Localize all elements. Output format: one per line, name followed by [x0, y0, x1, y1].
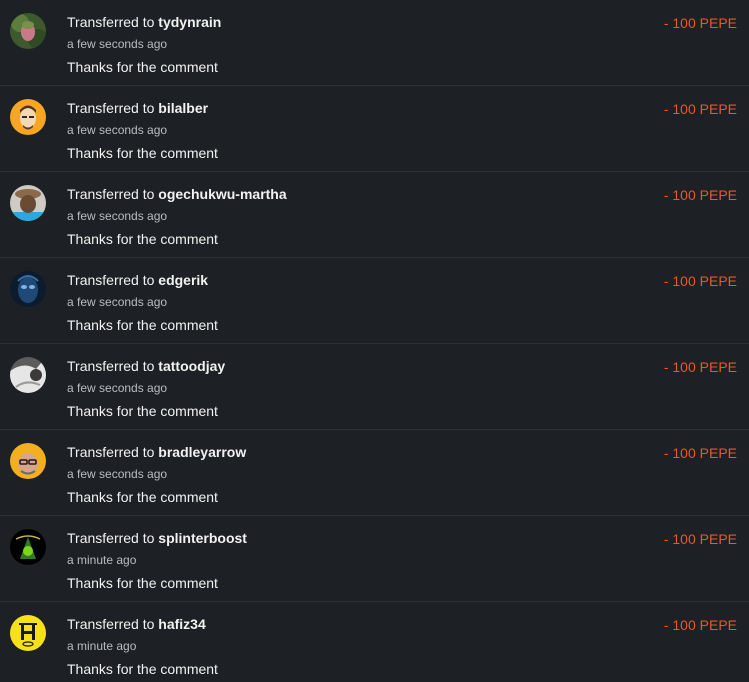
transfer-memo: Thanks for the comment [67, 59, 218, 75]
transfer-amount: - 100 PEPE [663, 101, 737, 117]
transfer-row: Transferred to ogechukwu-martha a few se… [0, 172, 749, 258]
transfer-prefix: Transferred to [67, 444, 155, 460]
transfer-amount: - 100 PEPE [663, 15, 737, 31]
transfer-memo: Thanks for the comment [67, 403, 218, 419]
transfer-row: Transferred to hafiz34 a minute ago Than… [0, 602, 749, 682]
transfer-amount: - 100 PEPE [663, 445, 737, 461]
transfer-prefix: Transferred to [67, 616, 155, 632]
transfer-title: Transferred to edgerik [67, 272, 208, 288]
recipient-username[interactable]: tattoodjay [158, 358, 225, 374]
recipient-username[interactable]: splinterboost [158, 530, 247, 546]
transfer-list: Transferred to tydynrain a few seconds a… [0, 0, 749, 682]
transfer-amount: - 100 PEPE [663, 273, 737, 289]
recipient-username[interactable]: ogechukwu-martha [158, 186, 286, 202]
transfer-prefix: Transferred to [67, 186, 155, 202]
transfer-memo: Thanks for the comment [67, 489, 218, 505]
transfer-row: Transferred to edgerik a few seconds ago… [0, 258, 749, 344]
transfer-row: Transferred to bradleyarrow a few second… [0, 430, 749, 516]
transfer-timestamp: a few seconds ago [67, 123, 168, 137]
recipient-username[interactable]: bradleyarrow [158, 444, 246, 460]
transfer-title: Transferred to ogechukwu-martha [67, 186, 287, 202]
transfer-timestamp: a minute ago [67, 639, 137, 653]
transfer-amount: - 100 PEPE [663, 531, 737, 547]
transfer-prefix: Transferred to [67, 530, 155, 546]
transfer-amount: - 100 PEPE [663, 359, 737, 375]
transfer-timestamp: a minute ago [67, 553, 137, 567]
transfer-prefix: Transferred to [67, 14, 155, 30]
transfer-memo: Thanks for the comment [67, 317, 218, 333]
transfer-timestamp: a few seconds ago [67, 37, 168, 51]
transfer-timestamp: a few seconds ago [67, 467, 168, 481]
avatar-hafiz34-icon[interactable] [10, 615, 46, 651]
recipient-username[interactable]: edgerik [158, 272, 208, 288]
transfer-title: Transferred to splinterboost [67, 530, 247, 546]
avatar-splinterboost-icon[interactable] [10, 529, 46, 565]
avatar-bradleyarrow-icon[interactable] [10, 443, 46, 479]
transfer-prefix: Transferred to [67, 272, 155, 288]
transfer-title: Transferred to bradleyarrow [67, 444, 246, 460]
transfer-title: Transferred to bilalber [67, 100, 208, 116]
transfer-memo: Thanks for the comment [67, 231, 218, 247]
transfer-memo: Thanks for the comment [67, 575, 218, 591]
transfer-timestamp: a few seconds ago [67, 295, 168, 309]
recipient-username[interactable]: bilalber [158, 100, 208, 116]
transfer-row: Transferred to bilalber a few seconds ag… [0, 86, 749, 172]
avatar-tydynrain-icon[interactable] [10, 13, 46, 49]
avatar-ogechukwu-martha-icon[interactable] [10, 185, 46, 221]
transfer-row: Transferred to splinterboost a minute ag… [0, 516, 749, 602]
transfer-memo: Thanks for the comment [67, 145, 218, 161]
recipient-username[interactable]: hafiz34 [158, 616, 205, 632]
transfer-title: Transferred to hafiz34 [67, 616, 206, 632]
avatar-bilalber-icon[interactable] [10, 99, 46, 135]
transfer-amount: - 100 PEPE [663, 187, 737, 203]
transfer-row: Transferred to tydynrain a few seconds a… [0, 0, 749, 86]
avatar-edgerik-icon[interactable] [10, 271, 46, 307]
transfer-prefix: Transferred to [67, 100, 155, 116]
transfer-row: Transferred to tattoodjay a few seconds … [0, 344, 749, 430]
recipient-username[interactable]: tydynrain [158, 14, 221, 30]
transfer-memo: Thanks for the comment [67, 661, 218, 677]
transfer-title: Transferred to tydynrain [67, 14, 221, 30]
transfer-title: Transferred to tattoodjay [67, 358, 225, 374]
transfer-timestamp: a few seconds ago [67, 381, 168, 395]
transfer-prefix: Transferred to [67, 358, 155, 374]
transfer-timestamp: a few seconds ago [67, 209, 168, 223]
transfer-amount: - 100 PEPE [663, 617, 737, 633]
avatar-tattoodjay-icon[interactable] [10, 357, 46, 393]
